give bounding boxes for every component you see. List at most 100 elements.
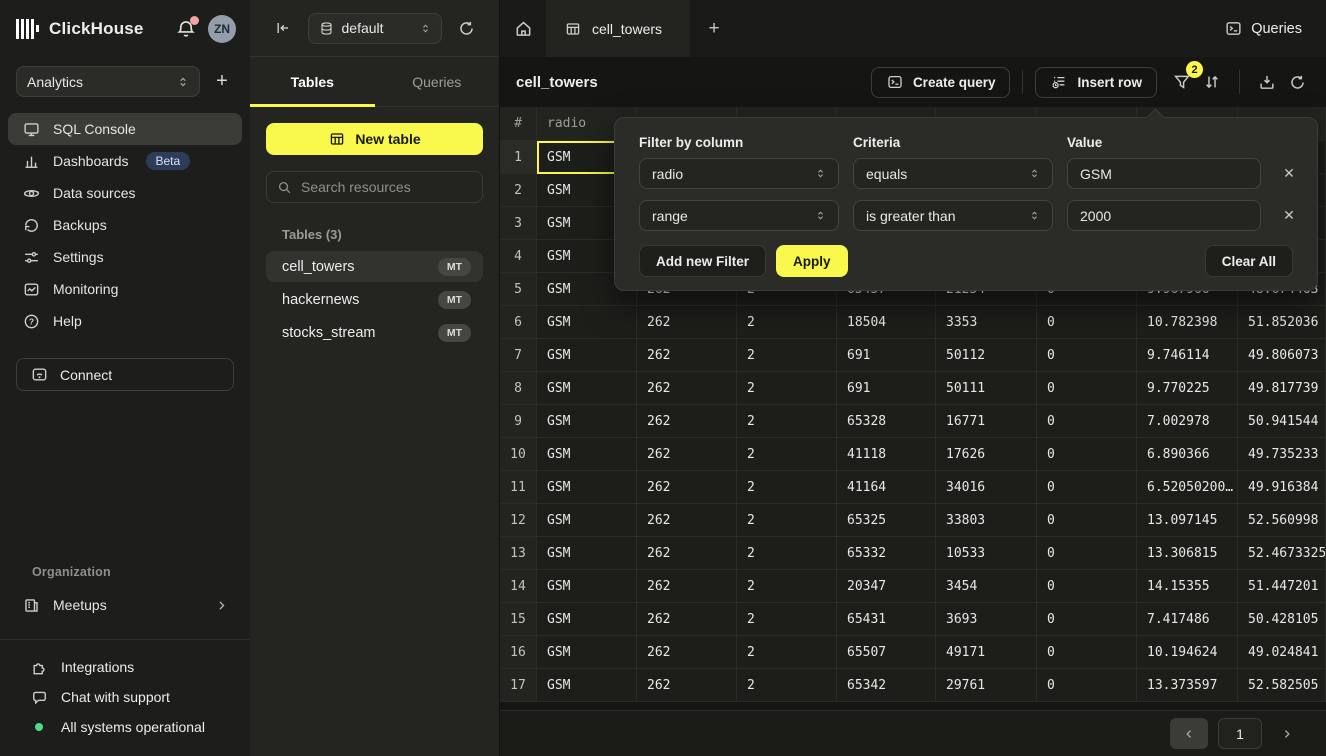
table-cell[interactable]: 10.194624 [1137, 636, 1238, 669]
filter-icon[interactable]: 2 [1167, 67, 1197, 97]
table-cell[interactable]: GSM [537, 306, 637, 339]
table-cell[interactable]: GSM [537, 537, 637, 570]
table-cell[interactable]: 2 [737, 504, 837, 537]
table-cell[interactable]: GSM [537, 603, 637, 636]
table-cell[interactable]: GSM [537, 669, 637, 702]
apply-filter-button[interactable]: Apply [776, 245, 848, 277]
workspace-select[interactable]: Analytics [16, 66, 200, 97]
sidebar-item-dashboards[interactable]: Dashboards Beta [8, 145, 242, 177]
table-cell[interactable]: 49.817739 [1238, 372, 1326, 405]
table-cell[interactable]: 65332 [837, 537, 936, 570]
footer-item-all-systems-operational[interactable]: All systems operational [0, 712, 250, 742]
table-cell[interactable]: 3693 [936, 603, 1037, 636]
table-cell[interactable]: 41118 [837, 438, 936, 471]
add-filter-button[interactable]: Add new Filter [639, 245, 766, 277]
new-table-button[interactable]: New table [266, 123, 483, 155]
table-cell[interactable]: 691 [837, 339, 936, 372]
table-cell[interactable]: 2 [737, 669, 837, 702]
table-cell[interactable]: 49.806073 [1238, 339, 1326, 372]
table-cell[interactable]: 691 [837, 372, 936, 405]
table-cell[interactable]: 262 [637, 471, 737, 504]
table-cell[interactable]: 29761 [936, 669, 1037, 702]
create-query-button[interactable]: Create query [871, 67, 1011, 98]
table-cell[interactable]: 2 [737, 372, 837, 405]
tab-tables[interactable]: Tables [250, 57, 375, 106]
table-cell[interactable]: 262 [637, 537, 737, 570]
filter-column-select[interactable]: radio [639, 158, 839, 189]
current-page[interactable]: 1 [1218, 718, 1262, 749]
table-cell[interactable]: 2 [737, 471, 837, 504]
table-cell[interactable]: 52.560998 [1238, 504, 1326, 537]
table-cell[interactable]: 51.447201 [1238, 570, 1326, 603]
table-cell[interactable]: 65325 [837, 504, 936, 537]
table-cell[interactable]: 52.4673325 [1238, 537, 1326, 570]
table-cell[interactable]: 0 [1037, 438, 1137, 471]
database-select[interactable]: default [308, 13, 442, 44]
table-cell[interactable]: 50111 [936, 372, 1037, 405]
table-cell[interactable]: 0 [1037, 372, 1137, 405]
sidebar-item-meetups[interactable]: Meetups [8, 589, 242, 621]
table-cell[interactable]: 7.417486 [1137, 603, 1238, 636]
table-cell[interactable]: 10533 [936, 537, 1037, 570]
footer-item-integrations[interactable]: Integrations [0, 652, 250, 682]
sidebar-item-help[interactable]: ? Help [8, 305, 242, 337]
table-list-item-hackernews[interactable]: hackernews MT [266, 284, 483, 315]
table-cell[interactable]: 3454 [936, 570, 1037, 603]
table-cell[interactable]: 14.15355 [1137, 570, 1238, 603]
table-cell[interactable]: 49.916384 [1238, 471, 1326, 504]
table-cell[interactable]: 41164 [837, 471, 936, 504]
footer-item-chat-with-support[interactable]: Chat with support [0, 682, 250, 712]
table-cell[interactable]: 65431 [837, 603, 936, 636]
table-cell[interactable]: 7.002978 [1137, 405, 1238, 438]
refresh-icon[interactable] [457, 19, 475, 37]
table-cell[interactable]: 34016 [936, 471, 1037, 504]
tab-cell-towers[interactable]: cell_towers [546, 0, 690, 57]
table-cell[interactable]: GSM [537, 372, 637, 405]
table-cell[interactable]: 262 [637, 669, 737, 702]
table-cell[interactable]: 49.735233 [1238, 438, 1326, 471]
next-page-button[interactable] [1272, 718, 1302, 749]
table-cell[interactable]: 50.428105 [1238, 603, 1326, 636]
table-cell[interactable]: 0 [1037, 405, 1137, 438]
table-cell[interactable]: 65342 [837, 669, 936, 702]
table-cell[interactable]: 3353 [936, 306, 1037, 339]
table-cell[interactable]: 65507 [837, 636, 936, 669]
table-cell[interactable]: 262 [637, 603, 737, 636]
table-cell[interactable]: 262 [637, 570, 737, 603]
table-cell[interactable]: 262 [637, 504, 737, 537]
table-cell[interactable]: 13.373597 [1137, 669, 1238, 702]
avatar[interactable]: ZN [208, 15, 236, 43]
table-cell[interactable]: 50.941544 [1238, 405, 1326, 438]
table-cell[interactable]: 51.852036 [1238, 306, 1326, 339]
table-list-item-cell_towers[interactable]: cell_towers MT [266, 251, 483, 282]
table-cell[interactable]: 2 [737, 306, 837, 339]
filter-value-input[interactable] [1080, 208, 1248, 224]
table-cell[interactable]: 0 [1037, 669, 1137, 702]
table-cell[interactable]: GSM [537, 504, 637, 537]
table-cell[interactable]: 0 [1037, 537, 1137, 570]
table-cell[interactable]: 50112 [936, 339, 1037, 372]
table-cell[interactable]: 262 [637, 306, 737, 339]
clear-all-filters-button[interactable]: Clear All [1205, 245, 1293, 277]
column-header-#[interactable]: # [500, 107, 537, 141]
remove-filter-button[interactable]: ✕ [1275, 207, 1303, 224]
table-cell[interactable]: 2 [737, 603, 837, 636]
table-cell[interactable]: 262 [637, 438, 737, 471]
new-tab-button[interactable]: + [690, 0, 738, 57]
table-cell[interactable]: 2 [737, 339, 837, 372]
table-cell[interactable]: 65328 [837, 405, 936, 438]
table-cell[interactable]: 2 [737, 405, 837, 438]
table-cell[interactable]: 20347 [837, 570, 936, 603]
table-cell[interactable]: 2 [737, 636, 837, 669]
table-cell[interactable]: 6.890366 [1137, 438, 1238, 471]
home-icon[interactable] [500, 0, 546, 57]
sidebar-item-data-sources[interactable]: Data sources [8, 177, 242, 209]
queries-button[interactable]: Queries [1224, 0, 1302, 57]
table-cell[interactable]: 0 [1037, 570, 1137, 603]
sidebar-item-backups[interactable]: Backups [8, 209, 242, 241]
table-list-item-stocks_stream[interactable]: stocks_stream MT [266, 317, 483, 348]
table-cell[interactable]: 262 [637, 636, 737, 669]
table-cell[interactable]: GSM [537, 339, 637, 372]
table-cell[interactable]: 9.746114 [1137, 339, 1238, 372]
previous-page-button[interactable] [1170, 718, 1208, 749]
